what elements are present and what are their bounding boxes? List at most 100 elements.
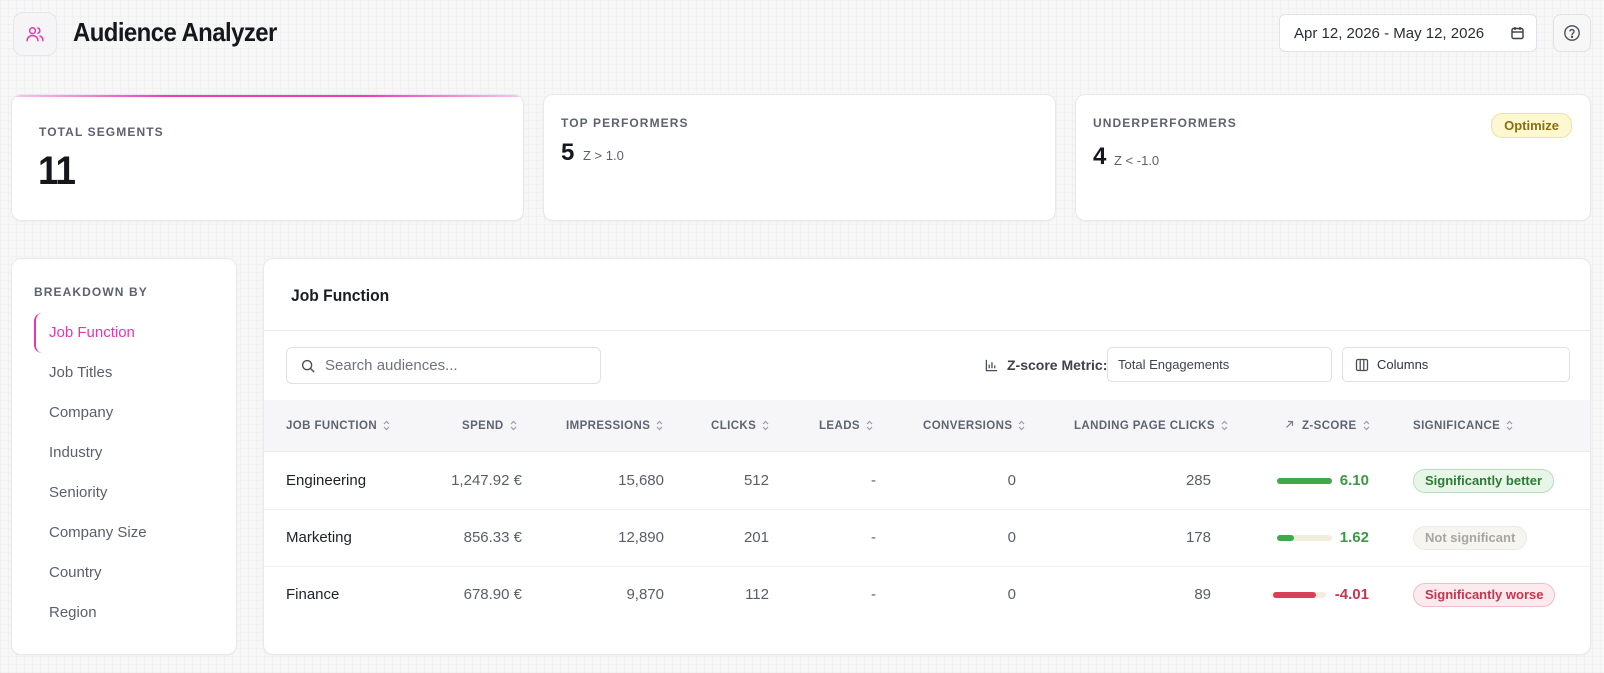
- cell-conversions: 0: [1007, 472, 1016, 489]
- cell-spend: 1,247.92 €: [451, 472, 522, 489]
- cell-impressions: 15,680: [618, 472, 664, 489]
- calendar-icon: [1511, 26, 1524, 44]
- stat-value: 11: [38, 149, 76, 193]
- optimize-badge[interactable]: Optimize: [1491, 113, 1572, 138]
- sort-icon: [656, 420, 663, 431]
- sidebar-item-country[interactable]: Country: [34, 553, 224, 593]
- th-label: SIGNIFICANCE: [1413, 420, 1501, 432]
- th-conversions[interactable]: CONVERSIONS: [923, 400, 1025, 452]
- columns-button[interactable]: Columns: [1342, 347, 1570, 382]
- sort-active-arrow-icon: [1286, 420, 1294, 428]
- th-impressions[interactable]: IMPRESSIONS: [566, 400, 663, 452]
- sidebar-item-company[interactable]: Company: [34, 393, 224, 433]
- th-label: CONVERSIONS: [923, 420, 1013, 432]
- cell-zscore: 6.10: [1339, 472, 1369, 489]
- zscore-bar-fill: [1277, 535, 1294, 541]
- zscore-metric-label-text: Z-score Metric:: [1007, 357, 1108, 373]
- sidebar-title: BREAKDOWN BY: [34, 285, 148, 299]
- panel-title: Job Function: [291, 286, 390, 305]
- bar-chart-icon: [985, 359, 998, 371]
- stat-note: Z < -1.0: [1114, 153, 1160, 168]
- cell-leads: -: [871, 586, 876, 603]
- cell-conversions: 0: [1007, 586, 1016, 603]
- cell-impressions: 12,890: [618, 529, 664, 546]
- cell-clicks: 512: [743, 472, 769, 489]
- columns-label: Columns: [1377, 357, 1429, 372]
- th-leads[interactable]: LEADS: [819, 400, 873, 452]
- date-range-value: Apr 12, 2026 - May 12, 2026: [1294, 24, 1485, 42]
- help-button[interactable]: [1553, 14, 1591, 52]
- sidebar-item-job-titles[interactable]: Job Titles: [34, 353, 224, 393]
- cell-spend: 856.33 €: [463, 529, 522, 546]
- page-title: Audience Analyzer: [73, 17, 277, 47]
- sidebar-item-job-function[interactable]: Job Function: [34, 313, 224, 353]
- cell-zscore: -4.01: [1334, 586, 1369, 603]
- significance-badge: Significantly worse: [1413, 583, 1556, 607]
- table-header: JOB FUNCTION SPEND IMPRESSIONS CLICKS LE…: [264, 400, 1590, 452]
- th-label: CLICKS: [711, 420, 757, 432]
- breakdown-sidebar: BREAKDOWN BY Job Function Job Titles Com…: [11, 258, 237, 655]
- sidebar-item-seniority[interactable]: Seniority: [34, 473, 224, 513]
- sidebar-item-region[interactable]: Region: [34, 593, 224, 633]
- th-label: LANDING PAGE CLICKS: [1074, 420, 1215, 432]
- sort-icon: [866, 420, 873, 431]
- sort-icon: [510, 420, 517, 431]
- cell-impressions: 9,870: [626, 586, 664, 603]
- sidebar-item-company-size[interactable]: Company Size: [34, 513, 224, 553]
- search-icon: [301, 359, 315, 372]
- stat-value: 5: [561, 139, 575, 166]
- th-landing-page-clicks[interactable]: LANDING PAGE CLICKS: [1074, 400, 1228, 452]
- zscore-metric-select[interactable]: Total Engagements: [1107, 347, 1332, 382]
- sort-icon: [1221, 420, 1228, 431]
- divider: [264, 330, 1590, 331]
- sort-icon: [1363, 420, 1369, 431]
- cell-landing-page-clicks: 178: [1185, 529, 1211, 546]
- cell-landing-page-clicks: 285: [1185, 472, 1211, 489]
- help-icon: [1564, 25, 1580, 41]
- stat-card-total-segments: TOTAL SEGMENTS 11: [11, 94, 524, 221]
- search-box[interactable]: [286, 347, 601, 384]
- stat-label: UNDERPERFORMERS: [1093, 116, 1237, 130]
- columns-icon: [1355, 358, 1369, 371]
- th-label: SPEND: [462, 420, 504, 432]
- th-label: LEADS: [819, 420, 860, 432]
- stat-card-underperformers: UNDERPERFORMERS 4 Z < -1.0 Optimize: [1075, 94, 1591, 221]
- cell-job-function: Marketing: [286, 529, 352, 546]
- cell-conversions: 0: [1007, 529, 1016, 546]
- cell-landing-page-clicks: 89: [1194, 586, 1211, 603]
- th-zscore[interactable]: Z-SCORE: [1285, 400, 1370, 452]
- table-row[interactable]: Marketing 856.33 € 12,890 201 - 0 178 1.…: [264, 510, 1590, 567]
- cell-job-function: Engineering: [286, 472, 367, 489]
- significance-badge: Not significant: [1413, 526, 1528, 550]
- th-label: IMPRESSIONS: [566, 420, 651, 432]
- cell-zscore: 1.62: [1339, 529, 1369, 546]
- stat-note: Z > 1.0: [583, 148, 624, 163]
- table-row[interactable]: Engineering 1,247.92 € 15,680 512 - 0 28…: [264, 453, 1590, 510]
- sort-icon: [1506, 420, 1513, 431]
- sort-icon: [762, 420, 769, 431]
- cell-leads: -: [871, 472, 876, 489]
- cell-leads: -: [871, 529, 876, 546]
- search-input[interactable]: [325, 357, 585, 374]
- stat-label: TOTAL SEGMENTS: [39, 125, 164, 139]
- stat-label: TOP PERFORMERS: [561, 116, 689, 130]
- cell-clicks: 112: [745, 586, 769, 603]
- stat-value: 4: [1093, 143, 1107, 170]
- sidebar-item-industry[interactable]: Industry: [34, 433, 224, 473]
- th-label: Z-SCORE: [1302, 420, 1357, 432]
- sort-icon: [383, 420, 390, 431]
- stat-card-top-performers: TOP PERFORMERS 5 Z > 1.0: [543, 94, 1056, 221]
- th-job-function[interactable]: JOB FUNCTION: [286, 400, 390, 452]
- cell-spend: 678.90 €: [463, 586, 522, 603]
- cell-clicks: 201: [743, 529, 769, 546]
- date-range-picker[interactable]: Apr 12, 2026 - May 12, 2026: [1279, 14, 1537, 52]
- th-spend[interactable]: SPEND: [462, 400, 517, 452]
- zscore-metric-label: Z-score Metric:: [985, 357, 1107, 373]
- sort-icon: [1018, 420, 1025, 431]
- th-clicks[interactable]: CLICKS: [711, 400, 769, 452]
- th-label: JOB FUNCTION: [286, 420, 378, 432]
- th-significance[interactable]: SIGNIFICANCE: [1413, 400, 1513, 452]
- table-row[interactable]: Finance 678.90 € 9,870 112 - 0 89 -4.01 …: [264, 567, 1590, 624]
- cell-job-function: Finance: [286, 586, 340, 603]
- audience-table-panel: Job Function Z-score Metric: Total Engag…: [263, 258, 1591, 655]
